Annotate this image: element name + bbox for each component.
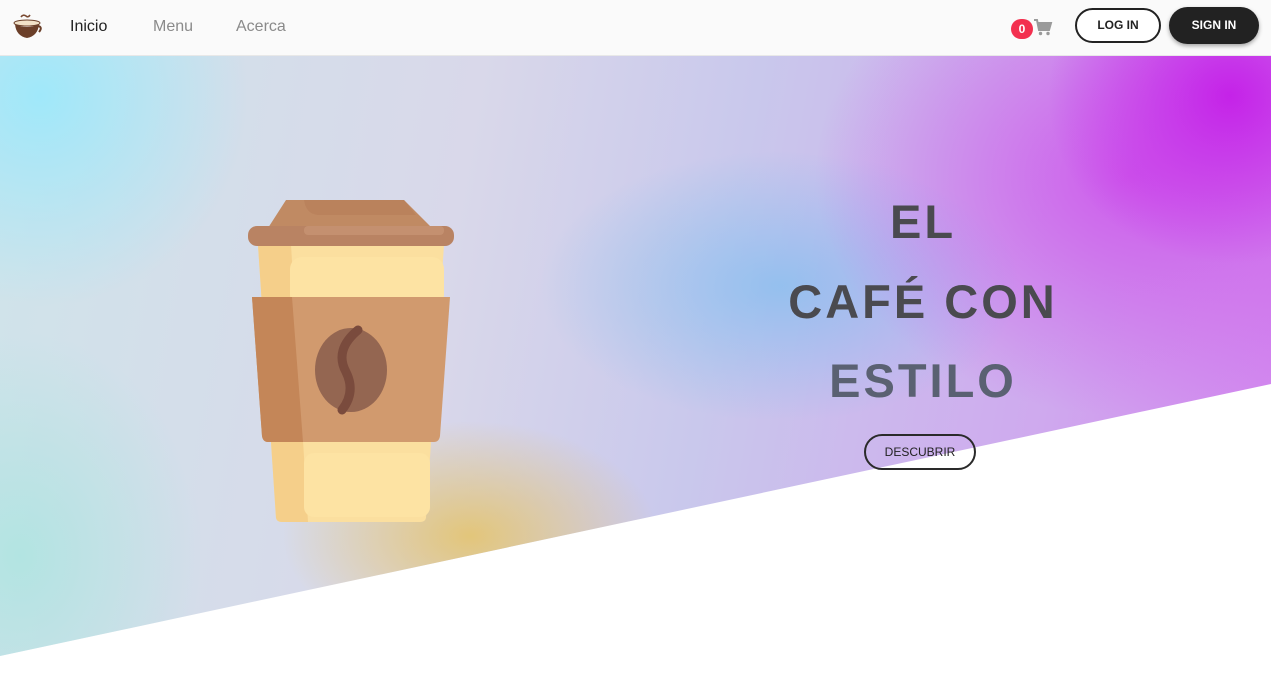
hero-headline-line-3: ESTILO — [829, 354, 1017, 407]
cart-button[interactable]: 0 — [1010, 17, 1054, 39]
nav-link-acerca[interactable]: Acerca — [236, 18, 286, 36]
hero-headline-line-1: EL — [889, 195, 957, 248]
takeaway-coffee-cup-icon — [248, 200, 454, 522]
nav-link-inicio[interactable]: Inicio — [70, 18, 107, 36]
shopping-cart-icon — [1034, 19, 1053, 36]
hero-headline-line-2: CAFÉ CON — [788, 275, 1058, 328]
login-button[interactable]: LOG IN — [1075, 8, 1161, 43]
top-navbar: Inicio Menu Acerca 0 LOG IN SIGN IN — [0, 0, 1271, 56]
nav-link-menu[interactable]: Menu — [153, 18, 193, 36]
coffee-cup-logo-icon[interactable] — [12, 14, 42, 40]
descubrir-button[interactable]: DESCUBRIR — [864, 434, 976, 470]
cart-count-badge: 0 — [1011, 19, 1033, 39]
signin-button[interactable]: SIGN IN — [1169, 7, 1259, 44]
